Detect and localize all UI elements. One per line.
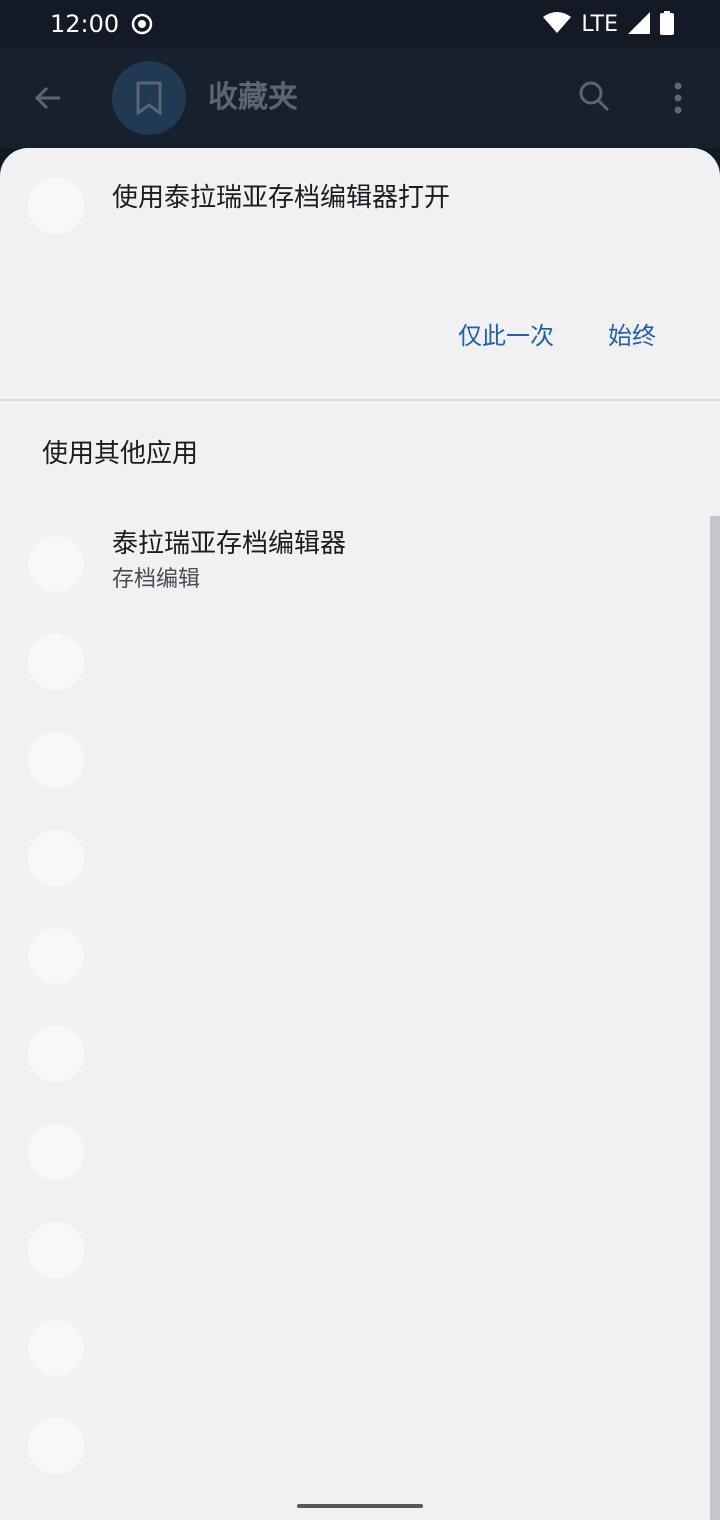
app-bar: 收藏夹: [0, 48, 720, 148]
always-button[interactable]: 始终: [608, 318, 656, 354]
app-item[interactable]: [0, 1397, 712, 1495]
app-item[interactable]: [0, 1201, 712, 1299]
app-icon: [28, 536, 84, 592]
sheet-title: 使用泰拉瑞亚存档编辑器打开: [112, 183, 451, 213]
default-app-icon: [28, 178, 84, 234]
bookmark-icon: [136, 81, 162, 115]
app-item[interactable]: [0, 809, 712, 907]
status-bar: 12:00 LTE: [0, 0, 720, 48]
app-icon: [28, 634, 84, 690]
app-item[interactable]: [0, 907, 712, 1005]
open-with-sheet: 使用泰拉瑞亚存档编辑器打开 仅此一次 始终 使用其他应用 泰拉瑞亚存档编辑器 存…: [0, 148, 720, 1520]
app-item[interactable]: [0, 1299, 712, 1397]
battery-icon: [660, 11, 674, 39]
divider: [0, 399, 720, 401]
app-icon: [28, 1320, 84, 1376]
app-subtitle: 存档编辑: [112, 567, 201, 592]
signal-icon: [628, 12, 650, 38]
more-options-icon[interactable]: [664, 78, 692, 118]
app-bar-title: 收藏夹: [208, 80, 298, 115]
app-item[interactable]: [0, 613, 712, 711]
app-name: 泰拉瑞亚存档编辑器: [112, 529, 347, 559]
app-item[interactable]: 泰拉瑞亚存档编辑器 存档编辑: [0, 515, 712, 613]
app-item[interactable]: [0, 1103, 712, 1201]
app-icon: [28, 1026, 84, 1082]
gesture-nav-handle[interactable]: [297, 1504, 423, 1508]
app-item[interactable]: [0, 711, 712, 809]
screen-record-icon: [131, 13, 153, 35]
app-icon: [28, 928, 84, 984]
wifi-icon: [543, 12, 572, 38]
app-icon: [28, 1124, 84, 1180]
network-type: LTE: [581, 12, 618, 37]
app-icon: [28, 732, 84, 788]
just-once-button[interactable]: 仅此一次: [458, 318, 554, 354]
app-icon: [28, 1222, 84, 1278]
scrollbar[interactable]: [710, 516, 720, 1520]
app-item[interactable]: [0, 1005, 712, 1103]
back-arrow-icon[interactable]: [30, 80, 66, 116]
search-icon[interactable]: [576, 78, 612, 114]
status-time: 12:00: [50, 10, 120, 38]
other-apps-label: 使用其他应用: [42, 439, 199, 469]
status-indicators: LTE: [543, 10, 674, 40]
app-icon: [28, 1418, 84, 1474]
app-icon: [28, 830, 84, 886]
favorites-avatar: [112, 61, 186, 135]
